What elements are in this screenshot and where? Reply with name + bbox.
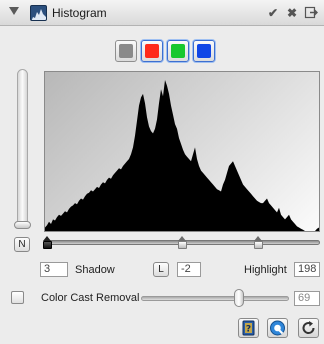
histogram-icon	[30, 5, 47, 21]
panel-title: Histogram	[52, 6, 107, 20]
vertical-slider-thumb[interactable]	[14, 221, 31, 229]
histogram-area	[45, 80, 319, 231]
channel-blue-button[interactable]	[193, 40, 215, 62]
histogram-graph	[44, 71, 320, 232]
channel-luminance-button[interactable]	[115, 40, 137, 62]
gamma-value-field[interactable]: -2	[177, 262, 201, 277]
close-icon[interactable]: ✖	[285, 6, 299, 20]
panel-menu-icon[interactable]	[304, 6, 318, 19]
color-cast-slider-track[interactable]	[141, 296, 289, 301]
blue-swatch-icon	[197, 44, 211, 58]
preview-icon	[270, 320, 285, 336]
gamma-slider-thumb[interactable]	[178, 236, 188, 249]
highlight-slider-thumb[interactable]	[253, 236, 263, 249]
color-cast-checkbox[interactable]	[11, 291, 24, 304]
channel-red-button[interactable]	[141, 40, 163, 62]
l-button[interactable]: L	[153, 262, 169, 277]
checkmark-icon[interactable]: ✔	[266, 6, 280, 20]
preview-button[interactable]	[267, 318, 288, 338]
shadow-label: Shadow	[75, 264, 115, 276]
channel-green-button[interactable]	[167, 40, 189, 62]
panel-header: Histogram ✔ ✖	[0, 0, 324, 26]
n-button[interactable]: N	[14, 237, 30, 252]
luminance-swatch-icon	[119, 44, 133, 58]
color-cast-slider-thumb[interactable]	[234, 289, 244, 307]
svg-text:?: ?	[246, 325, 251, 335]
vertical-slider-track[interactable]	[17, 69, 28, 227]
green-swatch-icon	[171, 44, 185, 58]
red-swatch-icon	[145, 44, 159, 58]
shadow-slider-thumb[interactable]	[42, 236, 52, 249]
shadow-value-field[interactable]: 3	[40, 262, 68, 277]
color-cast-label: Color Cast Removal	[41, 292, 140, 304]
histogram-plot	[45, 80, 319, 231]
highlight-value-field[interactable]: 198	[294, 262, 320, 277]
help-book-button[interactable]: ?	[238, 318, 259, 338]
help-book-icon: ?	[242, 320, 255, 336]
color-cast-value-field[interactable]: 69	[294, 291, 320, 306]
reset-icon	[302, 321, 315, 334]
disclosure-triangle-icon[interactable]	[9, 7, 19, 15]
reset-button[interactable]	[298, 318, 319, 338]
highlight-label: Highlight	[244, 264, 287, 276]
